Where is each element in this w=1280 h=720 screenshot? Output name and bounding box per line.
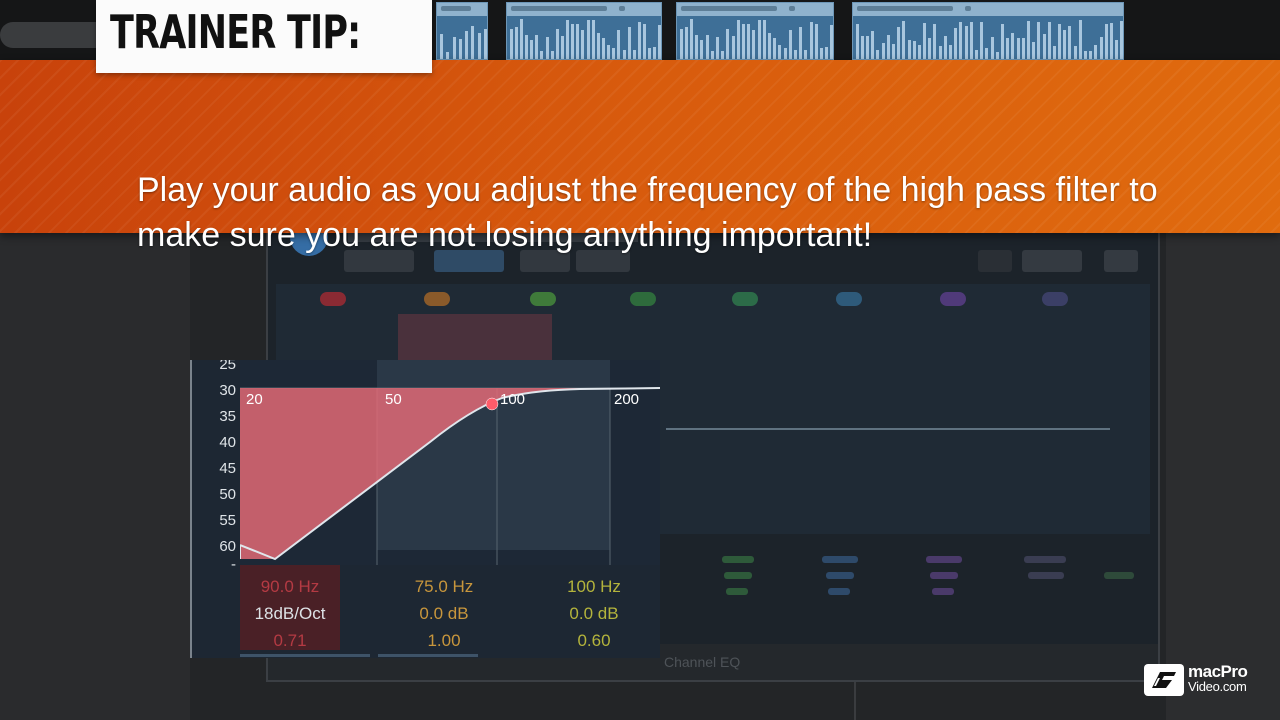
- audio-region: [506, 2, 662, 60]
- band1-frequency[interactable]: 90.0 Hz: [230, 577, 350, 597]
- logo-text-line2: Video.com: [1188, 679, 1247, 694]
- db-label: 35: [219, 408, 236, 425]
- audio-region: [852, 2, 1124, 60]
- band2-underline: [378, 654, 478, 657]
- right-panel: [1166, 232, 1280, 720]
- trainer-tip-heading: TRAINER TIP:: [110, 5, 361, 59]
- logo-mark-icon: [1144, 664, 1184, 696]
- trainer-tip-label: TRAINER TIP:: [96, 0, 432, 73]
- tip-text: Play your audio as you adjust the freque…: [137, 171, 1158, 254]
- freq-label: 50: [385, 391, 402, 408]
- band-parameters-background: [708, 550, 1148, 610]
- db-scale: 25 30 35 40 45 50 55 60 -: [192, 360, 242, 580]
- macprovideo-logo: macPro Video.com: [1144, 662, 1264, 696]
- db-label: 55: [219, 512, 236, 529]
- inspector-panel: [0, 232, 190, 720]
- freq-label: 100: [500, 391, 525, 408]
- band2-q[interactable]: 1.00: [384, 631, 504, 651]
- audio-region: [676, 2, 834, 60]
- db-label: 40: [219, 434, 236, 451]
- frequency-handle[interactable]: [485, 397, 499, 411]
- trainer-tip-banner: Play your audio as you adjust the freque…: [0, 60, 1280, 254]
- db-label: 50: [219, 486, 236, 503]
- divider: [854, 682, 856, 720]
- freq-label: 200: [614, 391, 639, 408]
- band2-frequency[interactable]: 75.0 Hz: [384, 577, 504, 597]
- band-parameters: 90.0 Hz 18dB/Oct 0.71 75.0 Hz 0.0 dB 1.0…: [192, 565, 660, 658]
- db-label: 30: [219, 382, 236, 399]
- band3-q[interactable]: 0.60: [534, 631, 654, 651]
- plugin-footer-title: Channel EQ: [664, 654, 741, 670]
- band3-gain[interactable]: 0.0 dB: [534, 604, 654, 624]
- band3-frequency[interactable]: 100 Hz: [534, 577, 654, 597]
- band2-gain[interactable]: 0.0 dB: [384, 604, 504, 624]
- audio-region: [436, 2, 488, 60]
- band1-underline: [240, 654, 370, 657]
- db-label: 60: [219, 538, 236, 555]
- freq-label: 20: [246, 391, 263, 408]
- band1-slope[interactable]: 18dB/Oct: [230, 604, 350, 624]
- db-label: 25: [219, 360, 236, 373]
- db-label: 45: [219, 460, 236, 477]
- band1-q[interactable]: 0.71: [230, 631, 350, 651]
- high-pass-filter-graph[interactable]: 20 50 100 200: [240, 360, 660, 565]
- eq-zoom-inset: 25 30 35 40 45 50 55 60 - 20 50 100 200 …: [190, 360, 660, 658]
